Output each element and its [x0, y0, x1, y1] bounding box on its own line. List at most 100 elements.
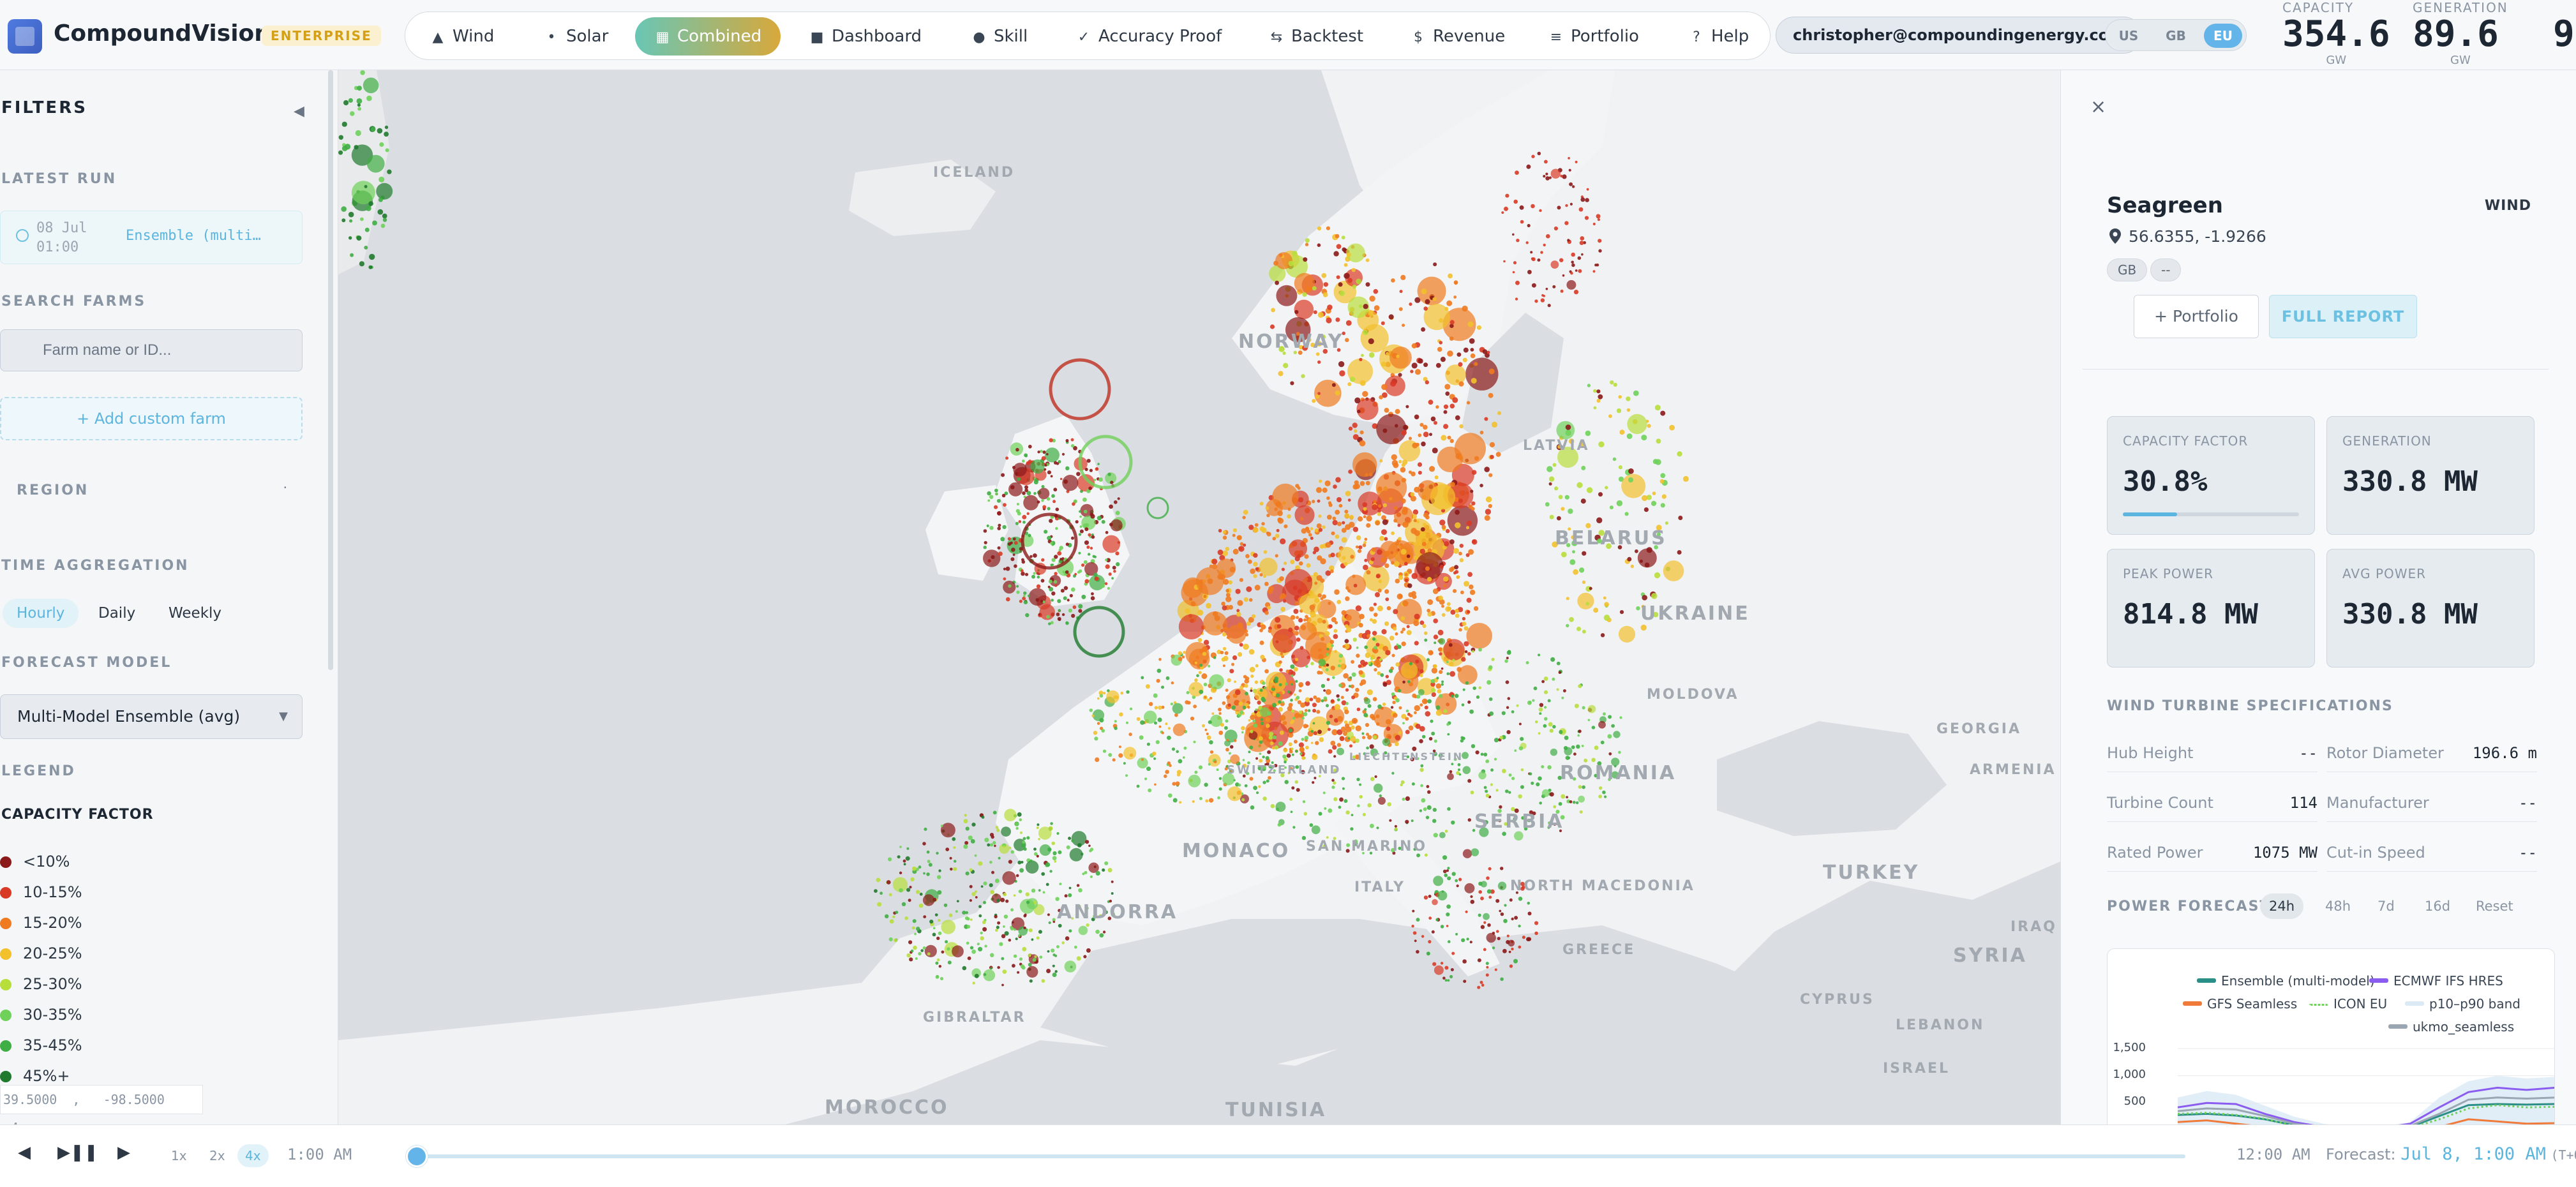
- chevron-down-icon: ·: [283, 480, 287, 495]
- nav-backtest[interactable]: ⇆ Backtest: [1268, 17, 1363, 56]
- map-label-iraq: IRAQ: [2011, 919, 2057, 935]
- timeline-handle[interactable]: [406, 1146, 428, 1167]
- turbine-specs-title: WIND TURBINE SPECIFICATIONS: [2107, 698, 2393, 714]
- legend-item-label: 25-30%: [23, 975, 82, 993]
- chevron-down-icon: ▼: [279, 710, 288, 723]
- region-eu-button[interactable]: EU: [2204, 24, 2242, 48]
- nav-dashboard[interactable]: ■ Dashboard: [809, 17, 922, 56]
- add-to-portfolio-button[interactable]: + Portfolio: [2134, 295, 2259, 338]
- legend-item-label: <10%: [23, 853, 70, 870]
- legend-item: 30-35%: [0, 1002, 82, 1027]
- tier-badge: ENTERPRISE: [262, 26, 381, 46]
- generation-card: GENERATION 330.8 MW: [2326, 416, 2535, 535]
- dashboard-icon: ■: [810, 29, 824, 45]
- legend-swatch: [0, 979, 11, 990]
- close-icon[interactable]: ×: [2090, 96, 2106, 118]
- main-nav: ▲ Wind • Solar ▦ Combined ■ Dashboard ● Skill…: [405, 11, 1771, 60]
- map-label-switzerland: SWITZERLAND: [1227, 763, 1342, 777]
- map-label-cyprus: CYPRUS: [1800, 992, 1875, 1008]
- map-label-armenia: ARMENIA: [1970, 762, 2056, 778]
- map-label-latvia: LATVIA: [1523, 438, 1590, 454]
- legend-item: 15-20%: [0, 910, 82, 936]
- metric-label: CAPACITY FACTOR: [2123, 433, 2249, 449]
- map-label-liechtenstein: LIECHTENSTEIN: [1349, 750, 1464, 763]
- legend-swatch: [0, 856, 11, 868]
- region-dropdown[interactable]: REGION ·: [0, 466, 303, 517]
- forecast-model-select[interactable]: Multi-Model Ensemble (avg) ▼: [0, 694, 303, 739]
- metric-value: 330.8 MW: [2342, 598, 2478, 631]
- agg-weekly-button[interactable]: Weekly: [154, 599, 236, 628]
- legend-swatch: [0, 1010, 11, 1021]
- region-label: REGION: [17, 482, 89, 498]
- speed-4x-button[interactable]: 4x: [237, 1144, 269, 1167]
- generation-stat-value: 89.6: [2413, 13, 2499, 55]
- search-farms-label: SEARCH FARMS: [1, 294, 147, 310]
- generation-stat: GENERATION 89.6 GW: [2413, 0, 2508, 67]
- timeline-bar: ◀ ▶❚❚ ▶ 1x 2x 4x 1:00 AM 12:00 AM Foreca…: [0, 1124, 2576, 1187]
- nav-wind[interactable]: ▲ Wind: [430, 17, 495, 56]
- range-16d-button[interactable]: 16d: [2416, 893, 2459, 919]
- user-email-button[interactable]: christopher@compoundingenergy.com: [1776, 17, 2143, 54]
- spec-row: Rated Power 1075 MW: [2107, 833, 2318, 872]
- legend-swatch: [0, 948, 11, 960]
- range-7d-button[interactable]: 7d: [2369, 893, 2404, 919]
- step-back-icon[interactable]: ◀: [18, 1143, 31, 1162]
- power-forecast-chart: Ensemble (multi-model) ECMWF IFS HRES GF…: [2107, 948, 2555, 1124]
- metric-value: 330.8 MW: [2342, 465, 2478, 498]
- nav-revenue[interactable]: $ Revenue: [1410, 17, 1505, 56]
- region-us-button[interactable]: US: [2109, 24, 2148, 48]
- full-report-button[interactable]: FULL REPORT: [2269, 295, 2417, 338]
- map-label-gibraltar: GIBRALTAR: [923, 1010, 1026, 1026]
- capacity-factor-bar: [2123, 512, 2299, 516]
- metric-label: PEAK POWER: [2123, 566, 2213, 581]
- country-chip: GB: [2107, 258, 2148, 281]
- capacity-factor-fill: [2123, 512, 2177, 516]
- nav-combined[interactable]: ▦ Combined: [635, 17, 781, 56]
- map-label-north-macedonia: NORTH MACEDONIA: [1510, 878, 1695, 894]
- coordinate-readout: 39.5000 , -98.5000 z4: [0, 1085, 203, 1124]
- nav-portfolio[interactable]: ≡ Portfolio: [1548, 17, 1639, 56]
- coord-lat: 39.5000: [3, 1092, 57, 1107]
- power-forecast-title: POWER FORECAST: [2107, 899, 2271, 915]
- range-24h-button[interactable]: 24h: [2260, 893, 2304, 919]
- sidebar-scrollbar[interactable]: [328, 70, 333, 670]
- location-pin-icon: [2109, 228, 2121, 244]
- forecast-plot: [2177, 1048, 2554, 1124]
- generation-stat-unit: GW: [2450, 54, 2471, 67]
- play-pause-icon[interactable]: ▶❚❚: [57, 1143, 98, 1162]
- nav-skill[interactable]: ● Skill: [971, 17, 1028, 56]
- region-gb-button[interactable]: GB: [2157, 24, 2195, 48]
- add-custom-farm-button[interactable]: + Add custom farm: [0, 397, 303, 440]
- reset-range-button[interactable]: Reset: [2467, 893, 2522, 919]
- third-stat: 9: [2553, 0, 2576, 54]
- map-label-serbia: SERBIA: [1474, 810, 1564, 833]
- search-input[interactable]: [0, 329, 303, 371]
- legend-item-label: 20-25%: [23, 944, 82, 962]
- spec-row: Hub Height --: [2107, 734, 2318, 772]
- forecast-value: Jul 8, 1:00 AM: [2400, 1144, 2546, 1164]
- legend-item-label: 35-45%: [23, 1036, 82, 1054]
- range-48h-button[interactable]: 48h: [2316, 893, 2360, 919]
- check-icon: ✓: [1077, 29, 1090, 45]
- nav-help[interactable]: ? Help: [1688, 17, 1749, 56]
- speed-1x-button[interactable]: 1x: [163, 1144, 195, 1167]
- forecast-model-value: Multi-Model Ensemble (avg): [17, 707, 241, 726]
- wind-icon: ▲: [432, 29, 444, 45]
- sun-icon: •: [547, 29, 556, 45]
- step-forward-icon[interactable]: ▶: [117, 1143, 130, 1162]
- map-label-morocco: MOROCCO: [825, 1096, 949, 1119]
- timeline-track[interactable]: [416, 1154, 2185, 1158]
- agg-hourly-button[interactable]: Hourly: [3, 599, 79, 628]
- map-canvas[interactable]: ICELAND NORWAY BELARUS UKRAINE MOLDOVA R…: [338, 70, 2060, 1124]
- agg-daily-button[interactable]: Daily: [84, 599, 149, 628]
- speed-2x-button[interactable]: 2x: [202, 1144, 233, 1167]
- avg-power-card: AVG POWER 330.8 MW: [2326, 549, 2535, 668]
- metric-label: AVG POWER: [2342, 566, 2427, 581]
- latest-run-box[interactable]: 08 Jul 01:00 Ensemble (multi…: [0, 211, 303, 264]
- nav-accuracy-proof[interactable]: ✓ Accuracy Proof: [1075, 17, 1222, 56]
- nav-solar[interactable]: • Solar: [543, 17, 609, 56]
- series-band: [2178, 1075, 2554, 1124]
- third-stat-value: 9: [2553, 13, 2575, 54]
- farm-detail-panel: × Seagreen WIND 56.6355, -1.9266 GB -- +…: [2060, 70, 2576, 1124]
- collapse-sidebar-icon[interactable]: ◀: [294, 103, 304, 119]
